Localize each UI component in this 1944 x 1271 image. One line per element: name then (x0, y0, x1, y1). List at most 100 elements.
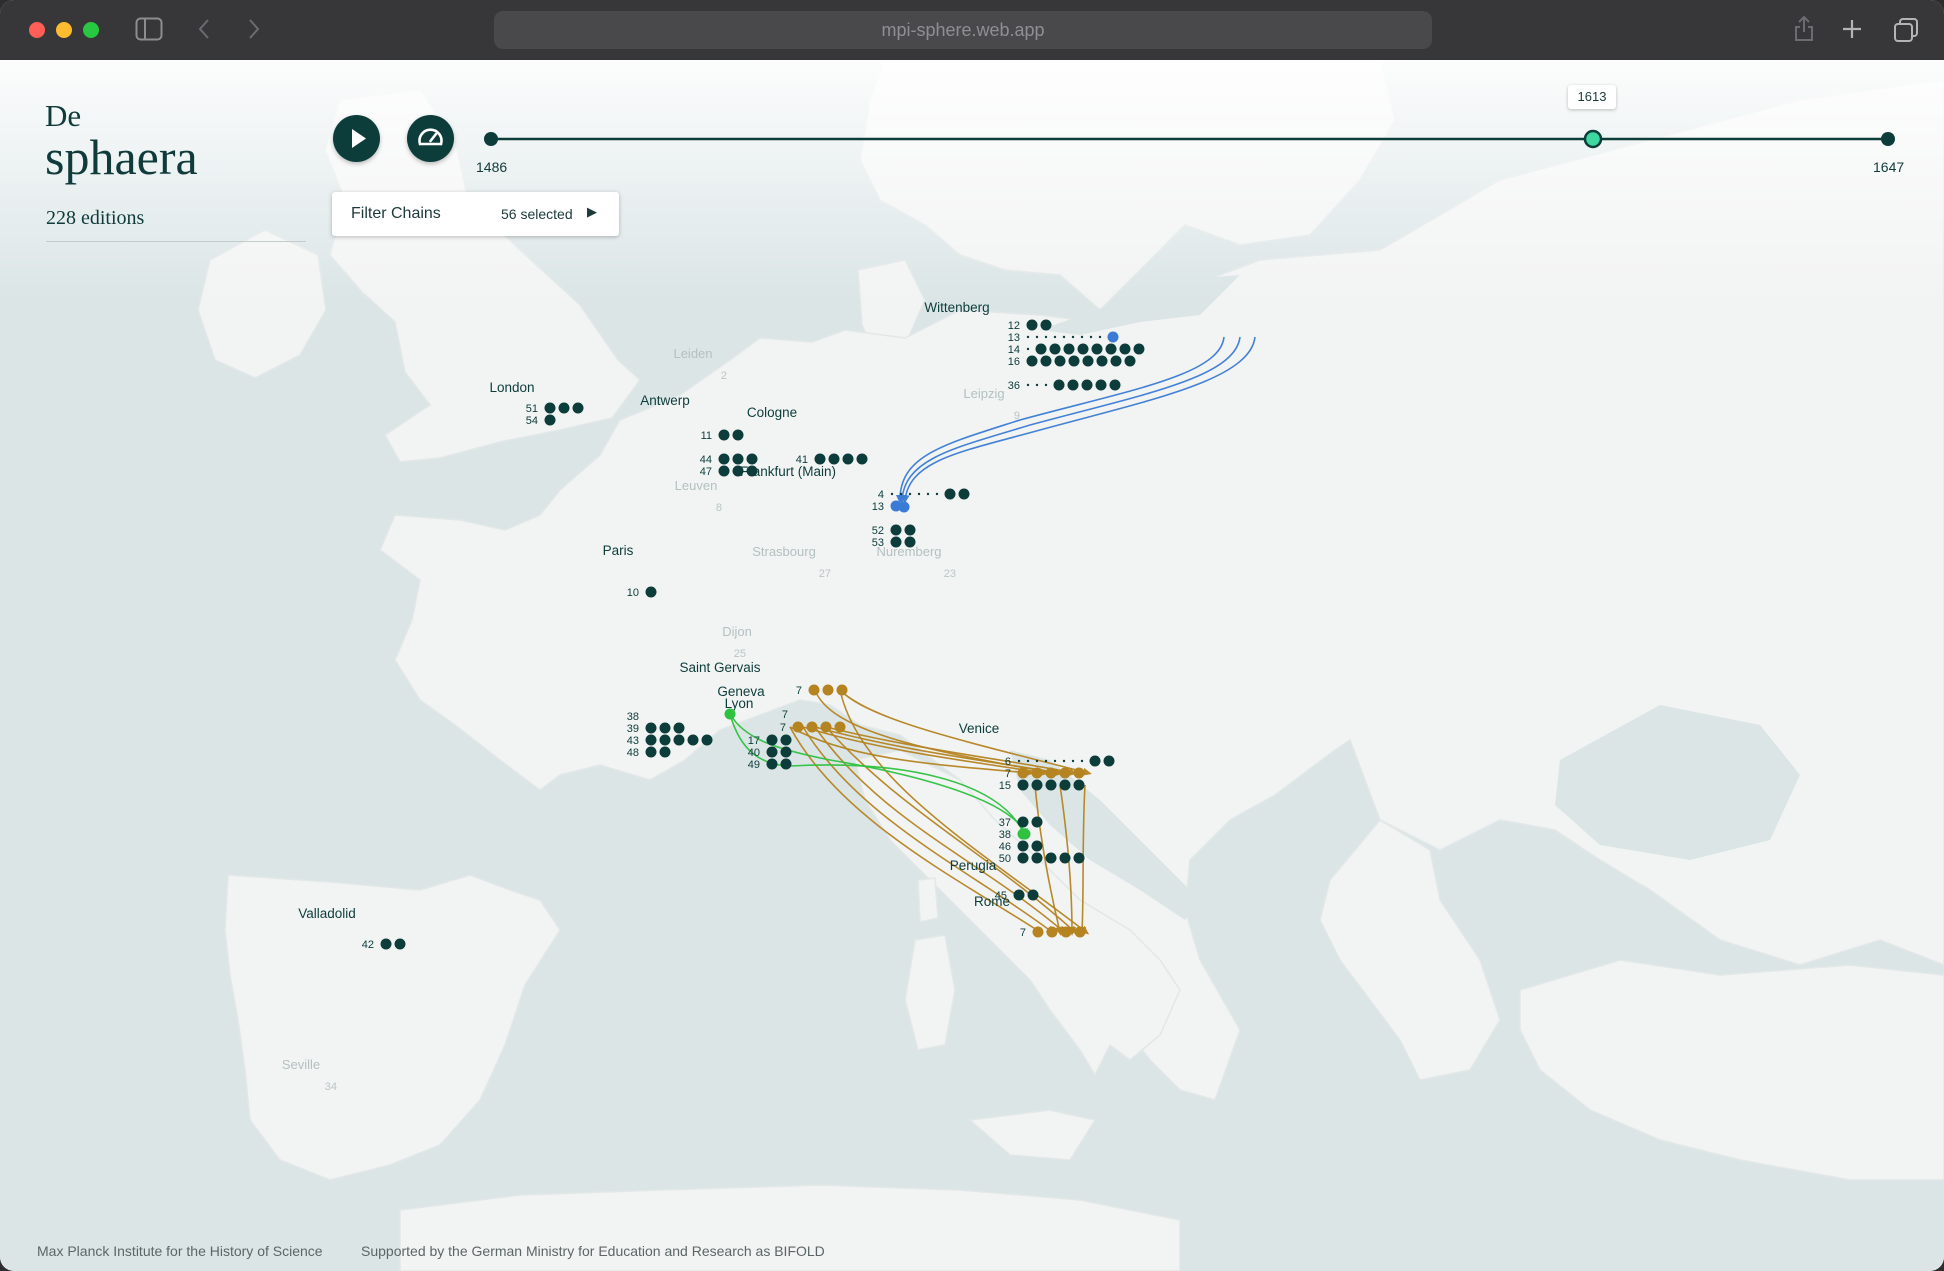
city-label-cologne[interactable]: Cologne (747, 405, 797, 420)
edition-dot[interactable] (780, 734, 792, 746)
edition-dot[interactable] (814, 453, 826, 465)
edition-dot[interactable] (1105, 343, 1117, 355)
city-label-dijon[interactable]: Dijon (722, 624, 752, 639)
timeline-current-handle[interactable] (1583, 129, 1603, 149)
city-label-perugia[interactable]: Perugia (950, 858, 997, 873)
edition-dot[interactable] (1073, 779, 1085, 791)
edition-dot[interactable] (718, 429, 730, 441)
edition-dot[interactable] (1133, 343, 1145, 355)
tabs-overview-icon[interactable] (1893, 17, 1919, 43)
edition-dot[interactable] (1017, 767, 1029, 779)
edition-dot[interactable] (673, 734, 685, 746)
sidebar-toggle-icon[interactable] (135, 17, 163, 41)
edition-dot[interactable] (1095, 379, 1107, 391)
edition-dot[interactable] (1045, 852, 1057, 864)
edition-dot[interactable] (1017, 852, 1029, 864)
edition-dot[interactable] (1124, 355, 1136, 367)
edition-dot[interactable] (701, 734, 713, 746)
city-label-venice[interactable]: Venice (959, 721, 1000, 736)
edition-dot[interactable] (1017, 840, 1029, 852)
edition-dot[interactable] (1059, 779, 1071, 791)
edition-dot[interactable] (836, 684, 848, 696)
edition-dot[interactable] (687, 734, 699, 746)
plus-icon[interactable] (1841, 18, 1863, 40)
edition-dot[interactable] (1103, 755, 1115, 767)
edition-dot[interactable] (1040, 355, 1052, 367)
edition-dot[interactable] (1031, 816, 1043, 828)
city-label-rome[interactable]: Rome (974, 894, 1010, 909)
edition-dot[interactable] (1109, 379, 1121, 391)
edition-dot[interactable] (732, 453, 744, 465)
edition-dot[interactable] (746, 453, 758, 465)
city-label-nuremberg[interactable]: Nuremberg (876, 544, 941, 559)
zoom-window-button[interactable] (83, 22, 99, 38)
edition-dot[interactable] (1031, 840, 1043, 852)
edition-dot[interactable] (792, 721, 804, 733)
edition-dot[interactable] (1068, 355, 1080, 367)
city-label-leuven[interactable]: Leuven (675, 478, 718, 493)
edition-dot[interactable] (1049, 343, 1061, 355)
edition-dot[interactable] (1073, 852, 1085, 864)
edition-dot[interactable] (766, 734, 778, 746)
edition-dot[interactable] (1053, 379, 1065, 391)
edition-dot-venice-highlight[interactable] (1019, 828, 1031, 840)
edition-dot[interactable] (718, 465, 730, 477)
edition-dot[interactable] (1110, 355, 1122, 367)
edition-dot[interactable] (732, 429, 744, 441)
edition-dot[interactable] (645, 734, 657, 746)
edition-dot[interactable] (1045, 779, 1057, 791)
edition-dot[interactable] (904, 524, 916, 536)
edition-dot[interactable] (673, 722, 685, 734)
edition-dot[interactable] (1073, 767, 1085, 779)
city-label-frankfurt-main[interactable]: Frankfurt (Main) (740, 464, 836, 479)
edition-dot[interactable] (766, 758, 778, 770)
edition-dot[interactable] (718, 453, 730, 465)
minimize-window-button[interactable] (56, 22, 72, 38)
edition-dot[interactable] (1017, 816, 1029, 828)
edition-dot[interactable] (808, 684, 820, 696)
edition-dot-frankfurt-highlight[interactable] (898, 501, 910, 513)
edition-dot-lyon-highlight[interactable] (724, 708, 736, 720)
edition-dot[interactable] (1013, 889, 1025, 901)
edition-dot[interactable] (1054, 355, 1066, 367)
edition-dot[interactable] (766, 746, 778, 758)
edition-dot[interactable] (1060, 926, 1072, 938)
edition-dot[interactable] (780, 746, 792, 758)
edition-dot[interactable] (1107, 331, 1119, 343)
edition-dot[interactable] (1027, 889, 1039, 901)
city-label-antwerp[interactable]: Antwerp (640, 393, 690, 408)
edition-dot[interactable] (1081, 379, 1093, 391)
edition-dot[interactable] (380, 938, 392, 950)
edition-dot[interactable] (659, 746, 671, 758)
edition-dot[interactable] (958, 488, 970, 500)
city-label-paris[interactable]: Paris (603, 543, 634, 558)
edition-dot[interactable] (1032, 926, 1044, 938)
edition-dot[interactable] (558, 402, 570, 414)
edition-dot[interactable] (1046, 926, 1058, 938)
edition-dot[interactable] (820, 721, 832, 733)
filter-chains-button[interactable]: Filter Chains 56 selected ▶ (332, 192, 619, 236)
address-bar[interactable]: mpi-sphere.web.app (494, 11, 1432, 49)
edition-dot[interactable] (1089, 755, 1101, 767)
edition-dot[interactable] (645, 746, 657, 758)
city-label-seville[interactable]: Seville (282, 1057, 320, 1072)
edition-dot[interactable] (544, 414, 556, 426)
city-label-london[interactable]: London (489, 380, 534, 395)
city-label-strasbourg[interactable]: Strasbourg (752, 544, 816, 559)
edition-dot[interactable] (1026, 319, 1038, 331)
timeline-start-marker[interactable] (484, 132, 498, 146)
edition-dot[interactable] (1063, 343, 1075, 355)
edition-dot[interactable] (1077, 343, 1089, 355)
edition-dot[interactable] (1045, 767, 1057, 779)
edition-dot[interactable] (1091, 343, 1103, 355)
edition-dot[interactable] (572, 402, 584, 414)
edition-dot[interactable] (1017, 779, 1029, 791)
edition-dot[interactable] (828, 453, 840, 465)
edition-dot[interactable] (1026, 355, 1038, 367)
edition-dot[interactable] (645, 586, 657, 598)
edition-dot[interactable] (806, 721, 818, 733)
edition-dot[interactable] (1035, 343, 1047, 355)
edition-dot[interactable] (1031, 779, 1043, 791)
edition-dot[interactable] (1031, 852, 1043, 864)
edition-dot[interactable] (944, 488, 956, 500)
